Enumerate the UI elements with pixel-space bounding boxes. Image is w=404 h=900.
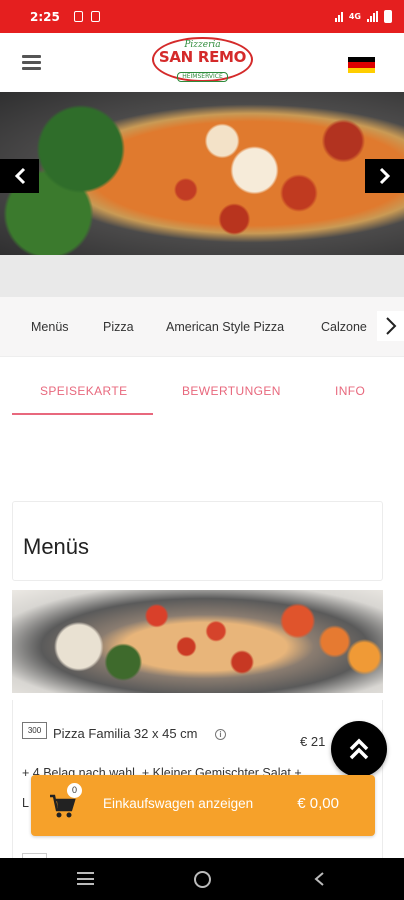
tab-info[interactable]: INFO: [335, 384, 365, 398]
chevron-right-icon: [385, 317, 396, 335]
double-chevron-up-icon: [349, 738, 369, 760]
section-header-card: Menüs: [12, 501, 383, 581]
vowifi-icon: [334, 11, 343, 22]
category-menues[interactable]: Menüs: [31, 320, 69, 334]
notification-icons: [73, 11, 100, 22]
recent-apps-icon[interactable]: [77, 872, 94, 885]
section-image: [12, 590, 383, 693]
hamburger-menu-button[interactable]: [22, 55, 41, 70]
home-icon[interactable]: [194, 871, 211, 888]
logo-line-2: SAN REMO: [158, 48, 247, 66]
status-icons: 4G: [334, 10, 392, 23]
category-bar[interactable]: Menüs Pizza American Style Pizza Calzone: [0, 297, 404, 357]
view-cart-button[interactable]: 0 Einkaufswagen anzeigen € 0,00: [31, 775, 375, 836]
info-icon[interactable]: i: [215, 729, 226, 740]
logo-line-3: HEIMSERVICE: [177, 72, 228, 82]
cart-total: € 0,00: [297, 795, 339, 812]
carousel-next-button[interactable]: [365, 159, 404, 193]
category-scroll-right-button[interactable]: [377, 311, 404, 341]
active-tab-indicator: [12, 413, 153, 415]
cart-count-badge: 0: [67, 783, 82, 798]
scroll-to-top-button[interactable]: [331, 721, 387, 777]
category-american-style-pizza[interactable]: American Style Pizza: [166, 320, 284, 334]
carousel-prev-button[interactable]: [0, 159, 39, 193]
status-bar: 2:25 4G: [0, 0, 404, 33]
battery-icon: [384, 10, 392, 23]
item-price: € 21: [300, 734, 326, 749]
pizzeria-logo[interactable]: Pizzeria SAN REMO HEIMSERVICE: [152, 37, 253, 82]
chevron-right-icon: [379, 167, 390, 185]
status-time: 2:25: [30, 9, 60, 24]
category-pizza[interactable]: Pizza: [103, 320, 134, 334]
tab-speisekarte[interactable]: SPEISEKARTE: [40, 384, 128, 398]
banner-spacer: [0, 255, 404, 297]
tab-bewertungen[interactable]: BEWERTUNGEN: [182, 384, 281, 398]
tab-bar: SPEISEKARTE BEWERTUNGEN INFO: [0, 357, 404, 417]
section-title: Menüs: [23, 534, 90, 559]
notification-icon: [73, 11, 83, 22]
item-name[interactable]: Pizza Familia 32 x 45 cm: [53, 726, 198, 741]
category-calzone[interactable]: Calzone: [321, 320, 367, 334]
network-label: 4G: [348, 12, 361, 21]
back-icon[interactable]: [312, 871, 326, 887]
system-navigation-bar: [0, 858, 404, 900]
hero-banner-image: [0, 92, 404, 255]
germany-flag-icon[interactable]: [348, 57, 375, 73]
item-description-line-2: L: [22, 796, 29, 810]
notification-icon: [90, 11, 100, 22]
cart-label: Einkaufswagen anzeigen: [103, 796, 254, 811]
chevron-left-icon: [14, 167, 25, 185]
item-number: 300: [22, 722, 47, 739]
app-header: Pizzeria SAN REMO HEIMSERVICE: [0, 33, 404, 92]
signal-icon: [367, 11, 378, 22]
